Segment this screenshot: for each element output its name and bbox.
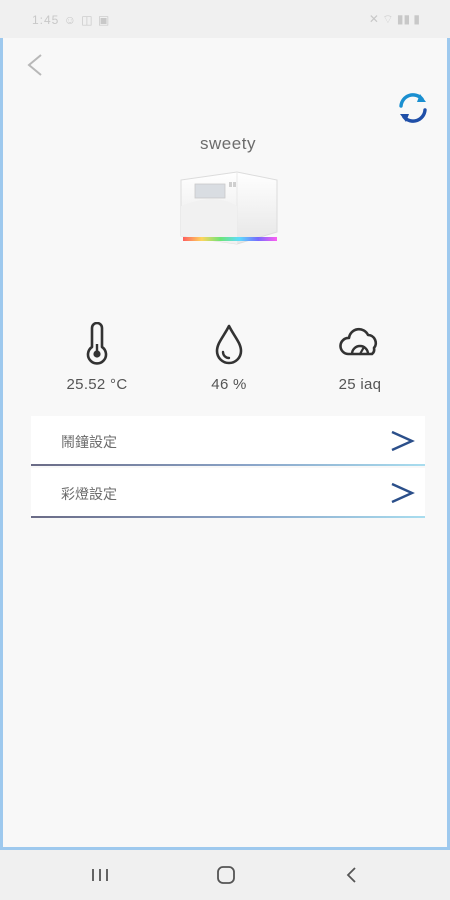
settings-menu: 鬧鐘設定 彩燈設定 [31,416,425,520]
chevron-left-icon [27,54,42,76]
refresh-icon [399,93,427,123]
cloud-gauge-icon [339,327,377,356]
recent-apps-icon [92,869,108,881]
temperature-sensor: 25.52 °C [37,322,157,393]
divider [31,516,425,518]
recent-apps-button[interactable] [88,864,112,886]
home-icon [217,866,235,884]
app-frame: sweety 25.52 °C 46 % 25 iaq 鬧鐘設定 彩燈設定 [0,38,450,850]
humidity-value: 46 % [211,376,247,393]
alarm-settings-label: 鬧鐘設定 [61,435,117,451]
sensor-panel: 25.52 °C 46 % 25 iaq [3,322,450,402]
thermometer-icon [86,322,108,365]
back-nav-button[interactable] [340,864,364,886]
divider [31,464,425,466]
screen: 1:45 ☺ ◫ ▣ ✕ ⌔ ▮▮ ▮ sweety 25.52 °C 46 %… [0,0,450,900]
home-button[interactable] [214,864,238,886]
chevron-right-icon [391,430,415,452]
alarm-settings-item[interactable]: 鬧鐘設定 [31,416,425,466]
light-settings-item[interactable]: 彩燈設定 [31,468,425,518]
back-button[interactable] [23,52,49,78]
status-time: 1:45 ☺ ◫ ▣ [32,13,111,27]
water-drop-icon [215,324,243,365]
status-bar: 1:45 ☺ ◫ ▣ ✕ ⌔ ▮▮ ▮ [0,0,450,38]
device-image [175,166,283,252]
back-icon [346,867,356,883]
device-name: sweety [200,134,256,153]
chevron-right-icon [391,482,415,504]
light-settings-label: 彩燈設定 [61,487,117,503]
air-quality-value: 25 iaq [338,376,382,393]
temperature-value: 25.52 °C [66,376,128,393]
humidity-sensor: 46 % [169,322,289,393]
navigation-bar [0,850,450,900]
refresh-button[interactable] [395,90,431,126]
status-indicators: ✕ ⌔ ▮▮ ▮ [368,12,420,26]
air-quality-sensor: 25 iaq [300,322,420,393]
